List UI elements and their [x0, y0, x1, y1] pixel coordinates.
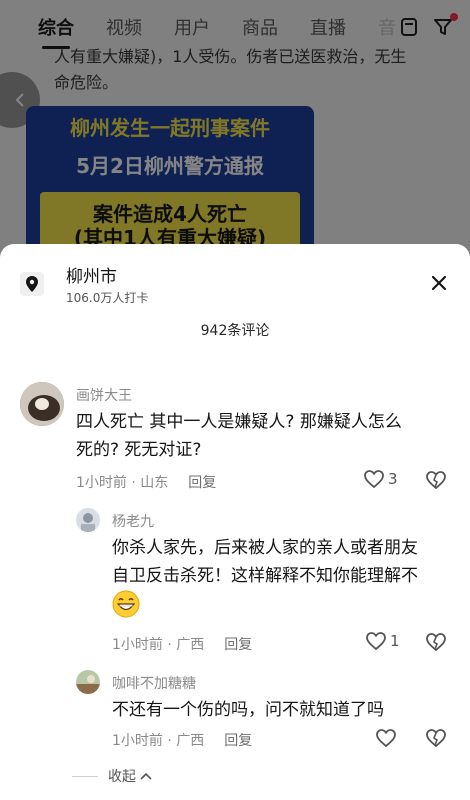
comment-sheet: 柳州市 106.0万人打卡 942条评论 画饼大王 四人死亡 其中一人是嫌疑人?… — [0, 244, 470, 800]
location-checkins: 106.0万人打卡 — [66, 291, 149, 305]
location-name[interactable]: 柳州市 — [66, 262, 117, 287]
close-button[interactable] — [428, 272, 450, 294]
comment-text: 四人死亡 其中一人是嫌疑人? 那嫌疑人怎么 死的? 死无对证? — [76, 408, 402, 464]
comment-time-location: 1小时前 · 广西 — [112, 733, 205, 749]
like-button[interactable]: 1 — [366, 632, 400, 650]
comment-username[interactable]: 咖啡不加糖糖 — [112, 673, 196, 693]
heart-icon — [364, 470, 384, 488]
broken-heart-icon — [426, 471, 446, 490]
like-button[interactable]: 3 — [364, 470, 398, 488]
reply-button[interactable]: 回复 — [224, 733, 252, 749]
divider — [72, 775, 98, 777]
comment-text-line: 你杀人家先，后来被人家的亲人或者朋友 — [112, 538, 418, 558]
chevron-up-icon — [140, 772, 152, 780]
comment-meta: 1小时前 · 广西 回复 — [112, 730, 252, 750]
dislike-button[interactable] — [426, 729, 446, 751]
collapse-label: 收起 — [108, 769, 136, 785]
avatar[interactable] — [76, 670, 100, 694]
comment-text-line: 不还有一个伤的吗，问不就知道了吗 — [112, 700, 384, 720]
reply-button[interactable]: 回复 — [188, 475, 216, 491]
comment-username[interactable]: 画饼大王 — [76, 385, 132, 405]
close-icon — [431, 275, 447, 291]
like-count: 3 — [388, 470, 398, 488]
comment-text: 不还有一个伤的吗，问不就知道了吗 — [112, 696, 384, 724]
collapse-replies-button[interactable]: 收起 — [72, 766, 152, 786]
comment-username[interactable]: 杨老九 — [112, 511, 154, 531]
grin-emoji — [112, 590, 140, 618]
comment-time-location: 1小时前 · 山东 — [76, 475, 169, 491]
comment-text-line: 死的? 死无对证? — [76, 440, 202, 460]
like-count: 1 — [390, 632, 400, 650]
reply-button[interactable]: 回复 — [224, 637, 252, 653]
avatar[interactable] — [76, 508, 100, 532]
dislike-button[interactable] — [426, 471, 446, 493]
location-pin-icon — [20, 272, 44, 296]
comment-text-line: 自卫反击杀死！这样解释不知你能理解不 — [112, 566, 418, 586]
dislike-button[interactable] — [426, 633, 446, 655]
heart-icon — [376, 729, 396, 747]
comment-count: 942条评论 — [200, 323, 270, 339]
comment-meta: 1小时前 · 山东 回复 — [76, 472, 216, 492]
background-page: 综合 视频 用户 商品 直播 音 人有重大嫌疑)，1人受伤。伤者已送医救治，无生… — [0, 0, 470, 260]
comment-text: 你杀人家先，后来被人家的亲人或者朋友 自卫反击杀死！这样解释不知你能理解不 — [112, 534, 418, 627]
dim-overlay[interactable] — [0, 0, 470, 260]
comment-text-line: 四人死亡 其中一人是嫌疑人? 那嫌疑人怎么 — [76, 412, 402, 432]
avatar[interactable] — [20, 382, 64, 426]
heart-icon — [366, 632, 386, 650]
broken-heart-icon — [426, 633, 446, 652]
like-button[interactable] — [376, 729, 396, 747]
comment-time-location: 1小时前 · 广西 — [112, 637, 205, 653]
broken-heart-icon — [426, 729, 446, 748]
comment-meta: 1小时前 · 广西 回复 — [112, 634, 252, 654]
